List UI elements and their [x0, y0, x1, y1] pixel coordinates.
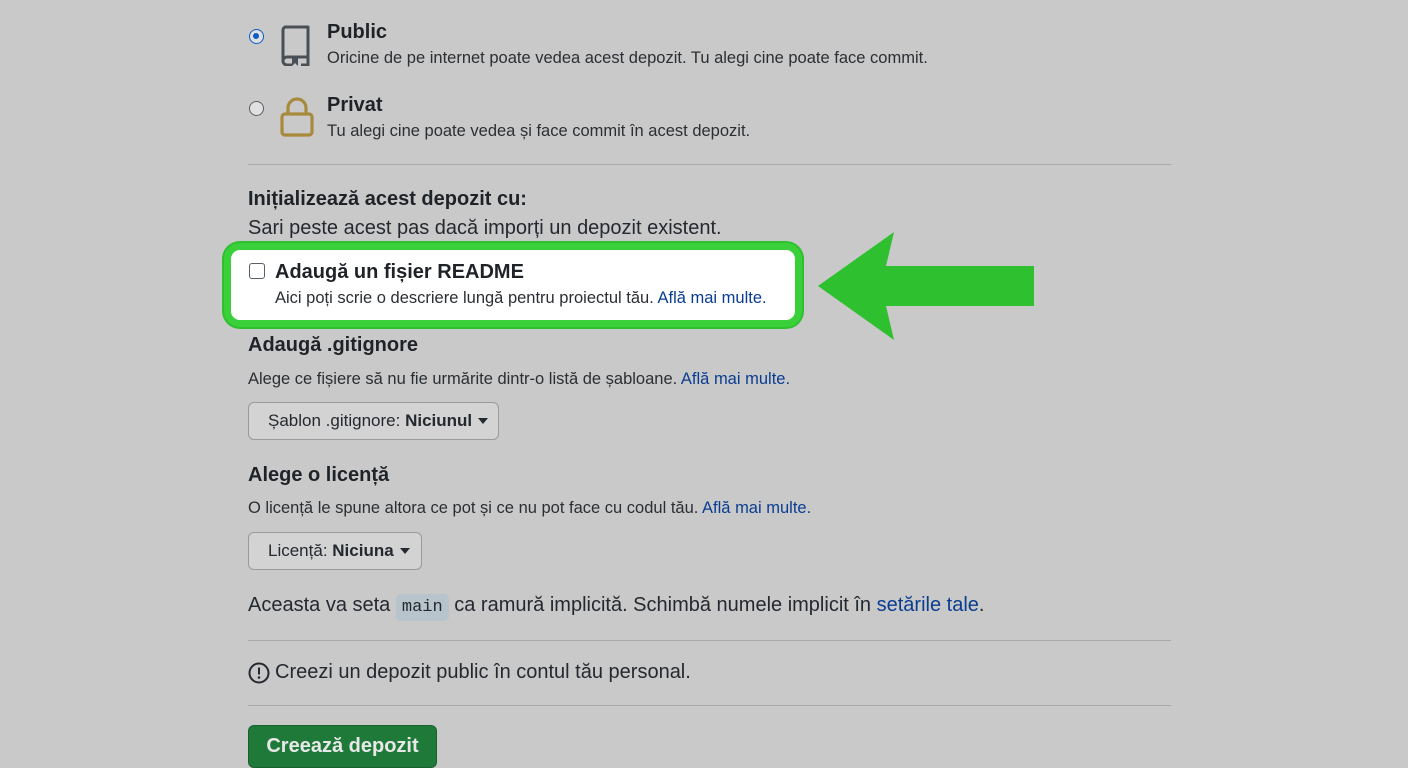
notice-text: Creezi un depozit public în contul tău p…: [275, 661, 691, 683]
license-description-row: O licență le spune altora ce pot și ce n…: [248, 499, 811, 518]
license-dropdown-value: Niciuna: [332, 541, 394, 560]
chevron-down-icon: [478, 418, 489, 424]
readme-description: Aici poți scrie o descriere lungă pentru…: [275, 289, 654, 307]
initialize-subtitle: Sari peste acest pas dacă imporți un dep…: [248, 217, 722, 239]
divider-top: [248, 164, 1171, 165]
gitignore-dropdown[interactable]: Șablon .gitignore: Niciunul: [248, 402, 499, 440]
private-description: Tu alegi cine poate vedea și face commit…: [327, 122, 751, 140]
lock-icon: [280, 97, 314, 137]
initialize-title: Inițializează acest depozit cu:: [248, 188, 527, 210]
repo-icon: [281, 25, 310, 66]
gitignore-learn-more-link[interactable]: Află mai multe.: [681, 370, 790, 388]
divider-bottom: [248, 705, 1171, 706]
readme-learn-more-link[interactable]: Află mai multe.: [657, 289, 766, 307]
radio-private[interactable]: [249, 101, 264, 116]
gitignore-dropdown-label: Șablon .gitignore:: [268, 411, 401, 430]
public-title: Public: [327, 21, 388, 43]
readme-label[interactable]: Adaugă un fișier README: [275, 261, 524, 284]
private-title: Privat: [327, 94, 383, 116]
default-branch-text: Aceasta va seta main ca ramură implicită…: [248, 594, 985, 621]
branch-suffix: .: [978, 594, 985, 616]
create-repository-button[interactable]: Creează depozit: [248, 725, 437, 768]
branch-name: main: [395, 594, 449, 621]
info-icon: [248, 662, 270, 684]
readme-description-row: Aici poți scrie o descriere lungă pentru…: [275, 289, 767, 308]
arrow-annotation: [818, 232, 1034, 340]
license-dropdown[interactable]: Licență: Niciuna: [248, 532, 422, 570]
gitignore-title: Adaugă .gitignore: [248, 334, 418, 356]
gitignore-description-row: Alege ce fișiere să nu fie urmărite dint…: [248, 370, 790, 389]
public-description: Oricine de pe internet poate vedea acest…: [327, 49, 928, 67]
license-dropdown-label: Licență:: [268, 541, 328, 560]
branch-middle: ca ramură implicită. Schimbă numele impl…: [454, 594, 872, 616]
gitignore-dropdown-value: Niciunul: [405, 411, 473, 430]
gitignore-description: Alege ce fișiere să nu fie urmărite dint…: [248, 370, 678, 388]
license-learn-more-link[interactable]: Află mai multe.: [702, 499, 811, 517]
license-title: Alege o licență: [248, 464, 390, 486]
chevron-down-icon: [399, 548, 410, 554]
readme-checkbox[interactable]: [249, 263, 265, 279]
divider-middle: [248, 640, 1171, 641]
settings-link[interactable]: setările tale: [877, 594, 979, 616]
readme-highlight: [224, 243, 802, 327]
radio-public[interactable]: [249, 29, 264, 44]
license-description: O licență le spune altora ce pot și ce n…: [248, 499, 699, 517]
branch-prefix: Aceasta va seta: [248, 594, 391, 616]
